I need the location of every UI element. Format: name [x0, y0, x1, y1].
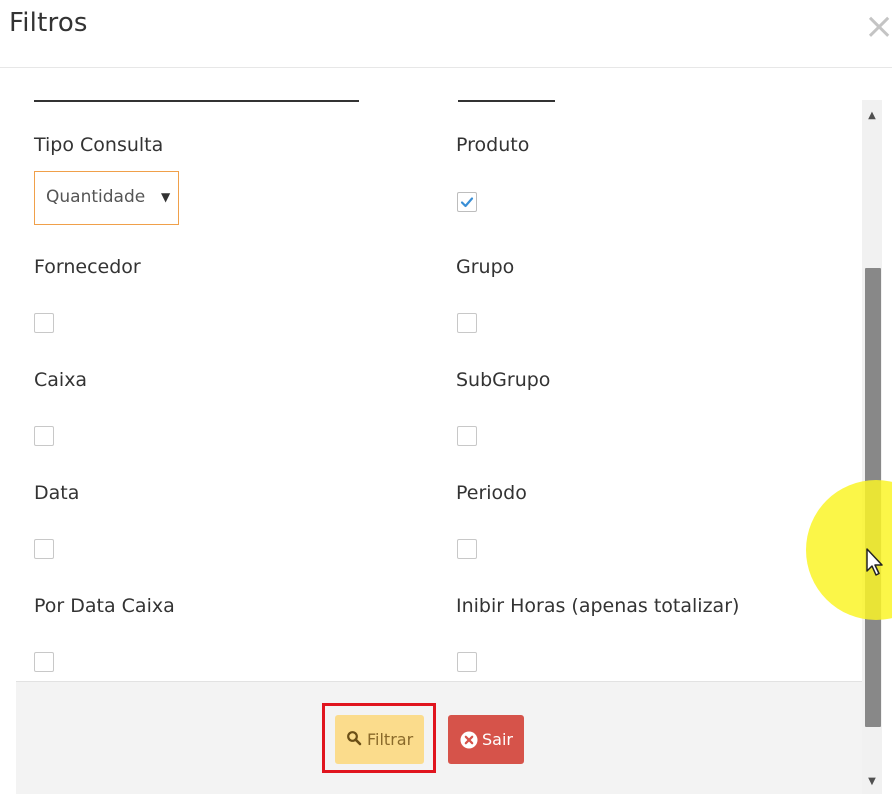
- scroll-down-arrow-icon[interactable]: ▼: [862, 772, 882, 792]
- caixa-label: Caixa: [34, 369, 88, 391]
- tipo-consulta-label: Tipo Consulta: [34, 134, 164, 156]
- por-data-caixa-label: Por Data Caixa: [34, 595, 175, 617]
- checkmark-icon: [460, 197, 474, 208]
- section-divider-right: [458, 100, 555, 102]
- sair-button[interactable]: Sair: [448, 715, 524, 764]
- dialog-body: [0, 69, 862, 681]
- fornecedor-checkbox[interactable]: [34, 313, 54, 333]
- close-circle-icon: [460, 731, 478, 753]
- dialog-header: Filtros ×: [0, 0, 892, 68]
- produto-label: Produto: [456, 134, 530, 156]
- periodo-label: Periodo: [456, 482, 527, 504]
- scrollbar-thumb[interactable]: [865, 268, 881, 727]
- fornecedor-label: Fornecedor: [34, 256, 141, 278]
- scroll-up-arrow-icon[interactable]: ▲: [862, 106, 882, 126]
- highlight-annotation: [322, 703, 436, 773]
- close-button[interactable]: ×: [864, 9, 892, 45]
- vertical-scrollbar[interactable]: ▲ ▼: [862, 100, 882, 794]
- sair-label: Sair: [482, 730, 513, 749]
- subgrupo-checkbox[interactable]: [457, 426, 477, 446]
- subgrupo-label: SubGrupo: [456, 369, 551, 391]
- inibir-horas-label: Inibir Horas (apenas totalizar): [456, 595, 740, 617]
- tipo-consulta-value: Quantidade: [46, 187, 146, 207]
- dialog-footer: [16, 681, 862, 794]
- grupo-label: Grupo: [456, 256, 515, 278]
- section-divider-left: [34, 100, 359, 102]
- caret-down-icon: ▼: [161, 190, 171, 204]
- tipo-consulta-select[interactable]: Quantidade ▼: [34, 171, 179, 225]
- data-label: Data: [34, 482, 80, 504]
- dialog-title: Filtros: [9, 8, 88, 38]
- inibir-horas-checkbox[interactable]: [457, 652, 477, 672]
- periodo-checkbox[interactable]: [457, 539, 477, 559]
- grupo-checkbox[interactable]: [457, 313, 477, 333]
- por-data-caixa-checkbox[interactable]: [34, 652, 54, 672]
- produto-checkbox[interactable]: [457, 192, 477, 212]
- data-checkbox[interactable]: [34, 539, 54, 559]
- filters-dialog: Filtros × Tipo Consulta Quantidade ▼ Pro…: [0, 0, 892, 794]
- caixa-checkbox[interactable]: [34, 426, 54, 446]
